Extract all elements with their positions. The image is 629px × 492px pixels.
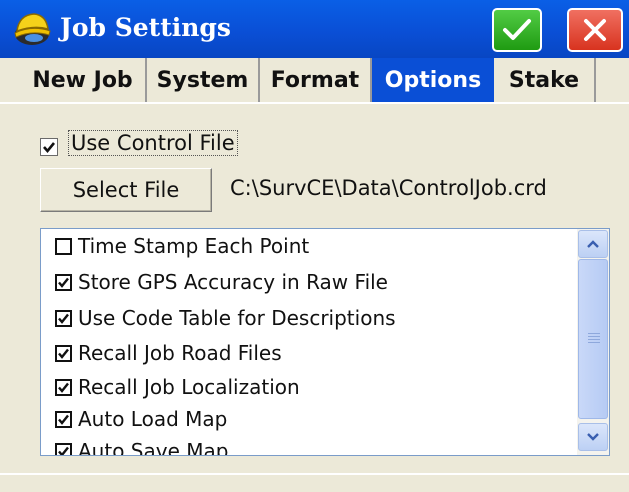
option-label: Use Code Table for Descriptions	[78, 306, 396, 330]
close-icon	[584, 19, 606, 41]
option-checkbox[interactable]	[55, 410, 72, 428]
chevron-up-icon	[587, 240, 599, 248]
scroll-down-button[interactable]	[578, 423, 608, 451]
chevron-down-icon	[587, 433, 599, 441]
option-auto-save-map[interactable]: Auto Save Map	[55, 435, 229, 456]
tab-new-job[interactable]: New Job	[20, 58, 147, 103]
checkmark-icon	[58, 446, 69, 455]
option-checkbox[interactable]	[55, 237, 72, 255]
options-list[interactable]: Time Stamp Each Point Store GPS Accuracy…	[40, 228, 610, 456]
checkmark-icon	[58, 382, 69, 393]
option-recall-road-files[interactable]: Recall Job Road Files	[55, 337, 282, 369]
scroll-up-button[interactable]	[578, 230, 608, 258]
control-file-path: C:\SurvCE\Data\ControlJob.crd	[230, 176, 547, 200]
option-label: Auto Load Map	[78, 407, 228, 431]
checkmark-icon	[58, 277, 69, 288]
bottom-divider	[0, 473, 629, 475]
options-scrollbar[interactable]	[577, 229, 609, 455]
option-auto-load-map[interactable]: Auto Load Map	[55, 403, 227, 435]
tab-strip: New Job System Format Options Stake	[0, 58, 629, 103]
option-label: Recall Job Localization	[78, 375, 300, 399]
ok-button[interactable]	[492, 8, 542, 52]
option-label: Auto Save Map	[78, 439, 229, 456]
use-control-file-label[interactable]: Use Control File	[68, 130, 238, 156]
option-label: Recall Job Road Files	[78, 341, 282, 365]
tab-stake[interactable]: Stake	[494, 58, 596, 103]
option-checkbox[interactable]	[55, 344, 72, 362]
tab-format[interactable]: Format	[260, 58, 372, 103]
tab-system[interactable]: System	[147, 58, 260, 103]
option-recall-localization[interactable]: Recall Job Localization	[55, 371, 300, 403]
job-settings-window: Job Settings New Job System Format Optio…	[0, 0, 629, 492]
scrollbar-grip	[588, 333, 600, 334]
option-checkbox[interactable]	[55, 309, 72, 327]
checkmark-icon	[43, 142, 56, 154]
option-store-gps-accuracy[interactable]: Store GPS Accuracy in Raw File	[55, 266, 388, 298]
option-checkbox[interactable]	[55, 442, 72, 455]
title-bar: Job Settings	[0, 0, 629, 58]
scrollbar-grip	[588, 336, 600, 337]
option-checkbox[interactable]	[55, 378, 72, 396]
option-use-code-table[interactable]: Use Code Table for Descriptions	[55, 302, 396, 334]
window-title: Job Settings	[60, 13, 231, 42]
checkmark-icon	[58, 313, 69, 324]
tab-options[interactable]: Options	[372, 58, 494, 103]
option-label: Time Stamp Each Point	[78, 234, 310, 258]
scrollbar-thumb[interactable]	[578, 259, 608, 419]
checkmark-icon	[58, 414, 69, 425]
checkmark-icon	[503, 19, 531, 40]
select-file-button[interactable]: Select File	[40, 168, 212, 212]
tab-divider	[0, 102, 629, 104]
option-time-stamp[interactable]: Time Stamp Each Point	[55, 230, 309, 262]
close-button[interactable]	[567, 8, 623, 52]
option-checkbox[interactable]	[55, 273, 72, 291]
scrollbar-grip	[588, 342, 600, 343]
option-label: Store GPS Accuracy in Raw File	[78, 270, 388, 294]
use-control-file-checkbox[interactable]	[40, 138, 58, 156]
survce-helmet-icon	[14, 13, 51, 45]
scrollbar-grip	[588, 339, 600, 340]
checkmark-icon	[58, 348, 69, 359]
